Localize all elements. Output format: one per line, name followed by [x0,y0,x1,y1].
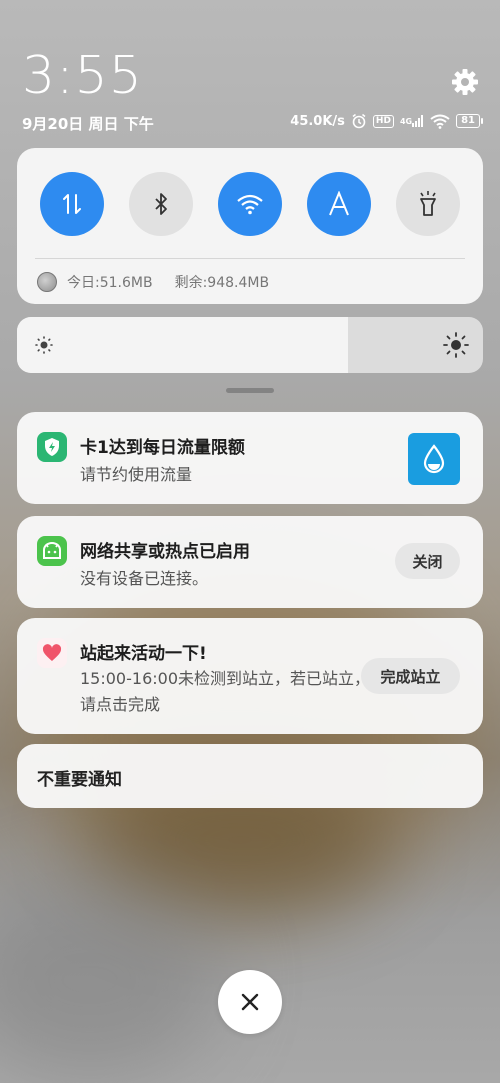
notification-card[interactable]: 网络共享或热点已启用 没有设备已连接。 关闭 [17,516,483,608]
close-hotspot-button[interactable]: 关闭 [395,543,460,579]
minor-notifications-row[interactable]: 不重要通知 [17,744,483,808]
notification-text: 15:00-16:00未检测到站立，若已站立，请点击完成 [80,669,370,714]
water-drop-icon [423,444,445,474]
date-label[interactable]: 9月20日 周日 下午 [22,113,154,134]
usage-today: 今日:51.6MB [67,275,153,291]
brightness-slider[interactable] [17,317,483,373]
network-speed: 45.0K/s [290,113,345,129]
bluetooth-toggle[interactable] [129,172,193,236]
notification-text: 请节约使用流量 [80,465,193,484]
brightness-fill [17,317,348,373]
data-transfer-icon [63,194,81,214]
notification-title: 站起来活动一下! [80,644,207,664]
divider [35,258,465,259]
wifi-icon [430,114,450,129]
battery-icon: 81 [456,114,483,128]
data-usage[interactable]: 今日:51.6MB 剩余:948.4MB [37,272,269,292]
notification-card[interactable]: 卡1达到每日流量限额 请节约使用流量 [17,412,483,504]
shield-bolt-icon [37,432,67,462]
usage-remaining: 剩余:948.4MB [174,275,270,291]
close-icon [241,993,259,1011]
signal-label: 4G [399,116,413,126]
bluetooth-icon [155,193,167,215]
notification-title: 网络共享或热点已启用 [80,542,250,562]
mobile-data-toggle[interactable] [40,172,104,236]
notification-title: 卡1达到每日流量限额 [80,438,245,458]
auto-brightness-toggle[interactable] [307,172,371,236]
data-usage-icon [37,272,57,292]
minor-notifications-label: 不重要通知 [37,770,122,790]
brightness-high-icon [443,332,469,358]
wifi-icon [237,194,263,215]
notification-card[interactable]: 站起来活动一下! 15:00-16:00未检测到站立，若已站立，请点击完成 完成… [17,618,483,734]
hd-icon: HD [372,114,394,128]
flashlight-icon [420,191,436,216]
alarm-icon [351,113,367,129]
signal-4g-icon: 4G [400,115,424,127]
notification-text: 没有设备已连接。 [80,569,209,588]
data-saver-button[interactable] [408,433,460,485]
clear-all-button[interactable] [218,970,282,1034]
flashlight-toggle[interactable] [396,172,460,236]
status-bar: 45.0K/s HD 4G 81 [290,113,483,129]
wifi-toggle[interactable] [218,172,282,236]
drag-handle[interactable] [226,388,274,393]
clock[interactable]: 3:55 [22,48,143,104]
android-icon [37,536,67,566]
letter-a-icon [329,191,349,216]
heart-icon [37,638,67,668]
quick-settings-panel: 今日:51.6MB 剩余:948.4MB [17,148,483,304]
complete-standing-button[interactable]: 完成站立 [361,658,460,694]
gear-icon[interactable] [450,67,480,97]
brightness-low-icon [35,336,53,354]
